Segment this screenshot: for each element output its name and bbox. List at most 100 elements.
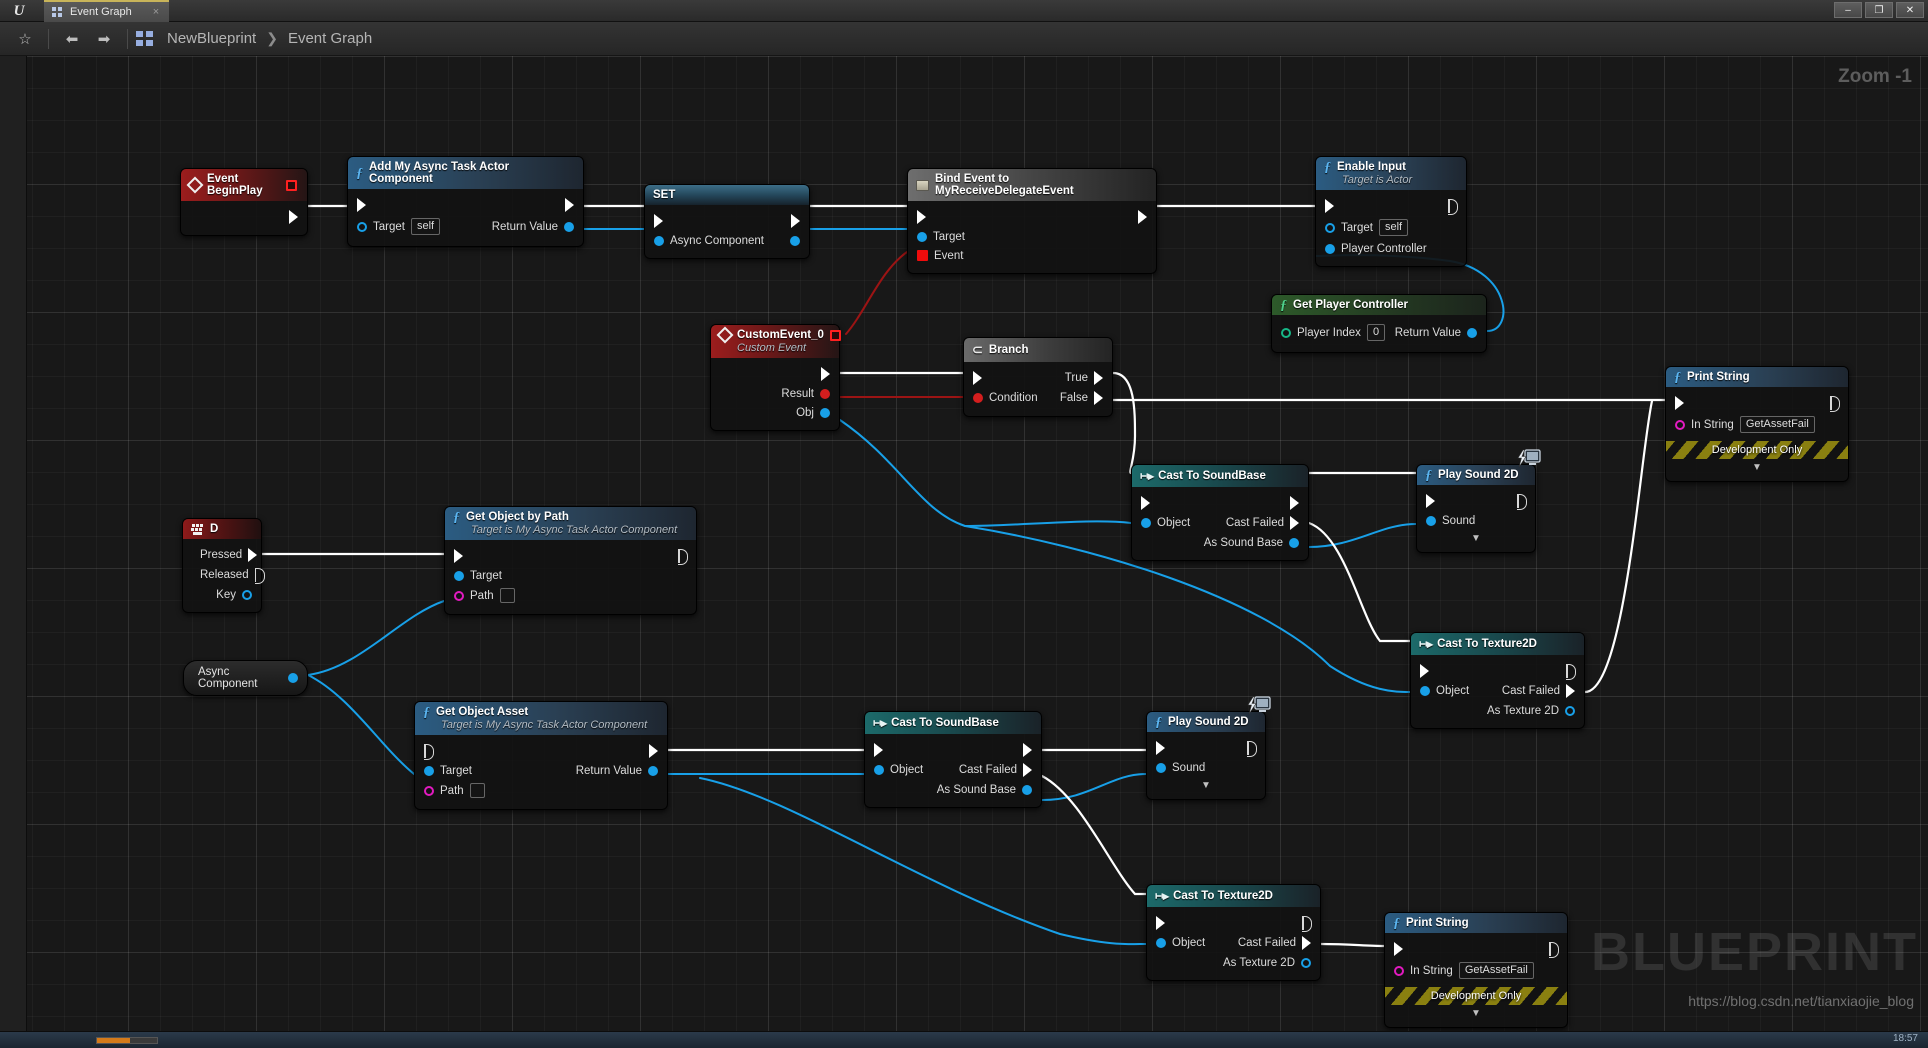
node-header[interactable]: ⊂ Branch xyxy=(964,338,1112,362)
node-print-string-top[interactable]: ƒ Print String In String GetAssetFail Develo… xyxy=(1665,366,1849,482)
node-header[interactable]: Bind Event to MyReceiveDelegateEvent xyxy=(908,169,1156,201)
delegate-square-icon[interactable] xyxy=(286,179,297,191)
node-custom-event-0[interactable]: CustomEvent_0 Custom Event Result Obj xyxy=(710,324,841,431)
node-header[interactable]: ƒ Enable Input xyxy=(1316,157,1466,174)
object-pin-icon[interactable] xyxy=(1289,537,1299,548)
exec-pin-icon[interactable] xyxy=(1156,916,1165,930)
chevron-down-icon[interactable]: ▼ xyxy=(1147,777,1265,791)
object-pin-icon[interactable] xyxy=(1467,327,1477,338)
node-header[interactable]: ƒ Add My Async Task Actor Component xyxy=(348,157,583,189)
exec-pin-icon[interactable] xyxy=(1325,199,1334,213)
pin-value-field[interactable]: 0 xyxy=(1366,324,1386,341)
chevron-down-icon[interactable]: ▼ xyxy=(1666,459,1848,473)
node-branch[interactable]: ⊂ Branch True Condition False xyxy=(963,337,1113,417)
exec-pin-hollow-icon[interactable] xyxy=(1517,494,1527,510)
node-input-key-d[interactable]: D Pressed Released Key xyxy=(182,518,265,613)
pin-value-field[interactable]: GetAssetFail xyxy=(1739,416,1815,433)
exec-pin-icon[interactable] xyxy=(821,367,830,381)
node-header[interactable]: ƒ Get Player Controller xyxy=(1272,295,1486,315)
pin-value-field[interactable]: GetAssetFail xyxy=(1458,962,1534,979)
exec-pin-hollow-icon[interactable] xyxy=(1247,741,1257,757)
node-get-object-asset[interactable]: ƒ Get Object Asset Target is My Async Task… xyxy=(414,701,668,810)
breadcrumb-graph[interactable]: Event Graph xyxy=(288,30,372,47)
int-pin-icon[interactable] xyxy=(1281,327,1291,338)
pin-value-field[interactable] xyxy=(499,588,515,603)
exec-pin-icon[interactable] xyxy=(1420,664,1429,678)
node-cast-to-texture2d-top[interactable]: ↦▸ Cast To Texture2D Object Cast Failed As T… xyxy=(1410,632,1585,729)
node-header[interactable]: ƒ Print String xyxy=(1385,913,1567,933)
event-graph-canvas[interactable]: Event BeginPlay ƒ Add My Async Task Actor … xyxy=(0,56,1928,1031)
object-pin-icon[interactable] xyxy=(654,235,664,246)
object-pin-icon[interactable] xyxy=(424,765,434,776)
node-bind-event-to-my-receive-delegate-event[interactable]: Bind Event to MyReceiveDelegateEvent Targ… xyxy=(907,168,1157,274)
object-pin-icon[interactable] xyxy=(1141,518,1151,528)
node-get-player-controller[interactable]: ƒ Get Player Controller Player Index 0 Retur… xyxy=(1271,294,1487,353)
delegate-square-icon[interactable] xyxy=(829,329,841,341)
exec-pin-hollow-icon[interactable] xyxy=(1549,942,1559,958)
back-arrow-icon[interactable]: ⬅ xyxy=(57,26,87,52)
pin-value-field[interactable]: self xyxy=(410,218,441,235)
maximize-button[interactable]: ❐ xyxy=(1865,2,1893,18)
node-header[interactable]: Event BeginPlay xyxy=(181,169,307,201)
bool-pin-icon[interactable] xyxy=(973,393,983,403)
exec-pin-hollow-icon[interactable] xyxy=(1830,396,1840,412)
object-pin-icon[interactable] xyxy=(790,235,800,246)
exec-pin-icon[interactable] xyxy=(454,549,463,563)
exec-pin-icon[interactable] xyxy=(917,210,926,224)
breadcrumb-blueprint[interactable]: NewBlueprint xyxy=(167,30,256,47)
exec-pin-icon[interactable] xyxy=(1094,371,1103,385)
exec-pin-icon[interactable] xyxy=(248,548,258,562)
object-pin-hollow-icon[interactable] xyxy=(357,221,367,232)
object-pin-icon[interactable] xyxy=(1426,515,1436,526)
node-play-sound-2d-top[interactable]: ƒ Play Sound 2D Sound ▼ xyxy=(1416,449,1541,553)
exec-pin-icon[interactable] xyxy=(791,214,800,228)
string-pin-icon[interactable] xyxy=(1675,419,1685,430)
exec-pin-icon[interactable] xyxy=(649,744,658,758)
exec-pin-icon[interactable] xyxy=(1094,391,1103,405)
node-get-object-by-path[interactable]: ƒ Get Object by Path Target is My Async Ta… xyxy=(444,506,697,615)
forward-arrow-icon[interactable]: ➡ xyxy=(89,26,119,52)
node-header[interactable]: ↦▸ Cast To Texture2D xyxy=(1411,633,1584,655)
bool-pin-icon[interactable] xyxy=(820,388,830,399)
node-header[interactable]: SET xyxy=(645,185,809,205)
object-pin-icon[interactable] xyxy=(454,570,464,581)
exec-pin-icon[interactable] xyxy=(973,371,982,385)
close-window-button[interactable]: ✕ xyxy=(1896,2,1924,18)
object-pin-hollow-icon[interactable] xyxy=(1565,705,1575,716)
exec-pin-icon[interactable] xyxy=(1141,496,1150,510)
string-pin-icon[interactable] xyxy=(424,785,434,796)
exec-pin-hollow-icon[interactable] xyxy=(424,744,434,760)
node-cast-to-soundbase-top[interactable]: ↦▸ Cast To SoundBase Object Cast Failed As S… xyxy=(1131,464,1309,561)
exec-pin-hollow-icon[interactable] xyxy=(678,549,688,565)
node-add-my-async-task-actor-component[interactable]: ƒ Add My Async Task Actor Component Target… xyxy=(347,156,584,247)
node-header[interactable]: ƒ Get Object by Path xyxy=(445,507,696,524)
pin-value-field[interactable] xyxy=(469,783,485,798)
node-header[interactable]: ↦▸ Cast To SoundBase xyxy=(865,712,1041,734)
exec-pin-icon[interactable] xyxy=(1290,496,1299,510)
node-play-sound-2d-bottom[interactable]: ƒ Play Sound 2D Sound ▼ xyxy=(1146,696,1271,800)
exec-pin-icon[interactable] xyxy=(1566,684,1575,698)
string-pin-icon[interactable] xyxy=(454,590,464,601)
node-header[interactable]: ↦▸ Cast To SoundBase xyxy=(1132,465,1308,487)
object-pin-icon[interactable] xyxy=(874,765,884,775)
exec-pin-icon[interactable] xyxy=(1290,516,1299,530)
node-header[interactable]: ƒ Print String xyxy=(1666,367,1848,387)
node-header[interactable]: D xyxy=(183,519,261,539)
minimize-button[interactable]: – xyxy=(1834,2,1862,18)
object-pin-icon[interactable] xyxy=(1156,762,1166,773)
object-pin-icon[interactable] xyxy=(1156,938,1166,948)
node-cast-to-texture2d-bottom[interactable]: ↦▸ Cast To Texture2D Object Cast Failed As T… xyxy=(1146,884,1321,981)
node-enable-input[interactable]: ƒ Enable Input Target is Actor Target self Pl… xyxy=(1315,156,1467,267)
object-pin-icon[interactable] xyxy=(648,765,658,776)
exec-pin-icon[interactable] xyxy=(1302,936,1311,950)
exec-pin-icon[interactable] xyxy=(1675,396,1684,410)
variable-node-async-component-var[interactable]: Async Component xyxy=(183,660,308,696)
exec-pin-icon[interactable] xyxy=(1426,494,1435,508)
exec-pin-icon[interactable] xyxy=(1023,743,1032,757)
exec-pin-hollow-icon[interactable] xyxy=(1566,664,1576,680)
node-cast-to-soundbase-bottom[interactable]: ↦▸ Cast To SoundBase Object Cast Failed As S… xyxy=(864,711,1042,808)
chevron-down-icon[interactable]: ▼ xyxy=(1385,1005,1567,1019)
exec-pin-hollow-icon[interactable] xyxy=(1302,916,1312,932)
exec-pin-icon[interactable] xyxy=(1156,741,1165,755)
exec-pin-icon[interactable] xyxy=(654,214,663,228)
